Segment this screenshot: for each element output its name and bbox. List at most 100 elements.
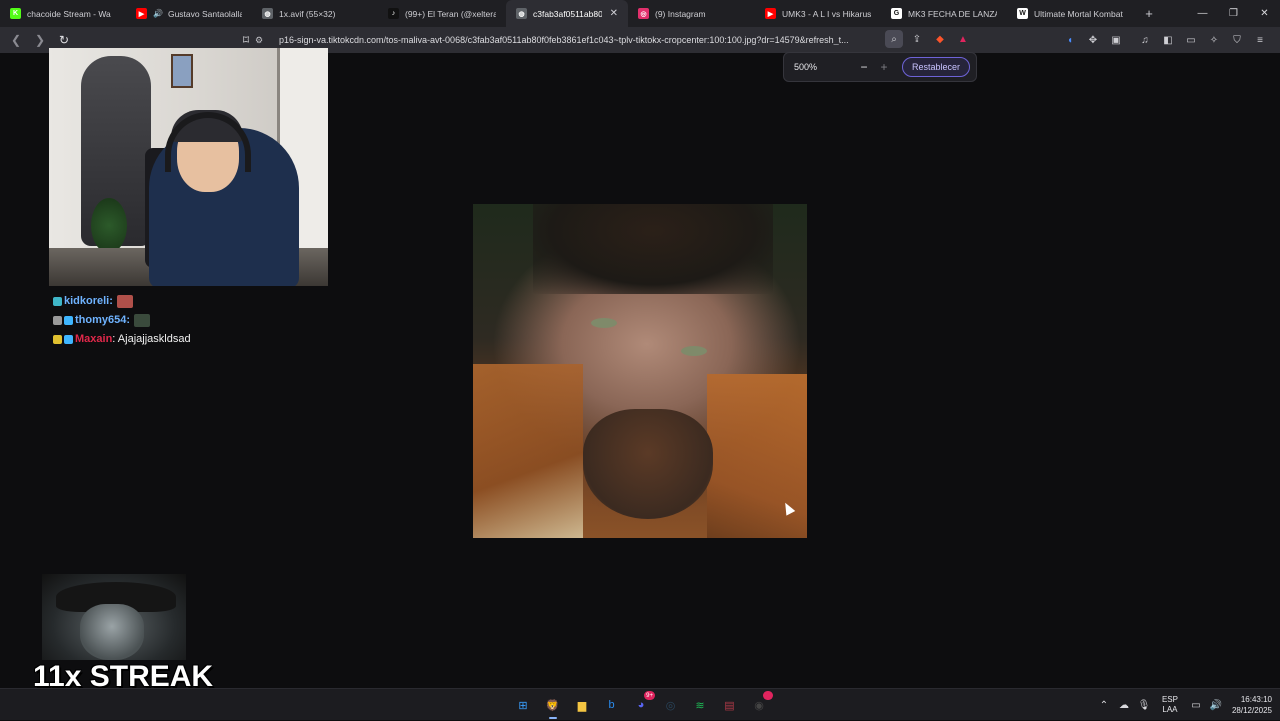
stream-chat: kidkoreli: thomy654: Maxain: Ajajajjasklds…: [53, 292, 313, 349]
language-code: ESP: [1161, 695, 1178, 704]
image-eye-left: [591, 318, 617, 328]
image-jacket-right: [707, 374, 807, 538]
streak-character-image: [42, 574, 186, 660]
chat-badge-icon: [53, 335, 62, 344]
zoom-in-button[interactable]: +: [874, 60, 894, 74]
file-explorer-icon[interactable]: ▆: [570, 693, 594, 717]
onedrive-icon[interactable]: ☁: [1114, 700, 1134, 711]
restore-icon[interactable]: ❐: [1218, 0, 1249, 27]
tab-audio-icon[interactable]: 🔊: [153, 9, 163, 18]
reload-icon[interactable]: ↻: [54, 30, 74, 50]
chat-badge-icon: [53, 297, 62, 306]
chat-text: : Ajajajjaskldsad: [112, 333, 191, 345]
extensions-icon[interactable]: ✥: [1084, 31, 1102, 49]
browser-tab[interactable]: Kchacoide Stream - Wa: [0, 0, 126, 27]
browser-tab[interactable]: ◎ (9) Instagram: [628, 0, 755, 27]
zoom-reset-button[interactable]: Restablecer: [902, 57, 971, 77]
screenshot-icon[interactable]: ▣: [1107, 31, 1125, 49]
volume-icon[interactable]: 🔊: [1206, 700, 1226, 711]
speechify-icon[interactable]: ◖: [1061, 31, 1079, 49]
microphone-icon[interactable]: 🎙: [1134, 700, 1154, 711]
notification-badge: 9+: [644, 691, 655, 700]
zoom-level: 500%: [794, 62, 818, 72]
media-icon[interactable]: ♫: [1136, 31, 1154, 49]
winrar-icon[interactable]: ▤: [718, 693, 742, 717]
youtube-icon: ▶: [136, 8, 147, 19]
brave-shields-icon[interactable]: ◆: [931, 30, 949, 48]
vpn-icon[interactable]: ⛉: [1228, 31, 1246, 49]
chat-emote-icon: [134, 314, 151, 327]
browser-tab[interactable]: ♪ (99+) El Teran (@xelteranx: [378, 0, 506, 27]
url-text[interactable]: p16-sign-va.tiktokcdn.com/tos-maliva-avt…: [279, 35, 879, 45]
show-hidden-icons-icon[interactable]: ⌃: [1094, 700, 1114, 711]
tab-title: chacoide Stream - Wa: [27, 8, 111, 19]
chat-username: kidkoreli:: [64, 295, 113, 307]
image-jacket-left: [473, 364, 583, 538]
sidebar-icon[interactable]: ◧: [1159, 31, 1177, 49]
browser-tab[interactable]: ◍ 1x.avif (55×32): [252, 0, 378, 27]
taskbar-clock[interactable]: 16:43:10 28/12/2025: [1232, 694, 1272, 716]
minimize-icon[interactable]: —: [1187, 0, 1218, 27]
clock-time: 16:43:10: [1240, 695, 1272, 704]
chat-badge-icon: [64, 335, 73, 344]
tab-title: 1x.avif (55×32): [279, 8, 336, 19]
tab-title: UMK3 - A L I vs Hikarus FT: [782, 8, 871, 19]
leo-ai-icon[interactable]: ✧: [1205, 31, 1223, 49]
clock-date: 28/12/2025: [1231, 706, 1272, 715]
brave-icon[interactable]: 🦁: [541, 693, 565, 719]
zoomed-image[interactable]: [473, 204, 807, 538]
google-icon: G: [891, 8, 902, 19]
network-icon[interactable]: ▭: [1186, 700, 1206, 711]
taskbar-apps: ⊞ 🦁 ▆ b ◕ 9+ ◎ ≋ ▤ ◉: [511, 691, 777, 719]
wikipedia-icon: W: [1017, 8, 1028, 19]
image-beard: [583, 409, 713, 519]
browser-tab[interactable]: ◍ c3fab3af0511ab80f0fe ✕: [506, 0, 628, 27]
tab-title: c3fab3af0511ab80f0fe: [533, 8, 602, 19]
discord-icon[interactable]: ◕ 9+: [629, 691, 655, 717]
tab-title: (99+) El Teran (@xelteranx: [405, 8, 496, 19]
close-window-icon[interactable]: ✕: [1249, 0, 1280, 27]
chat-message: kidkoreli:: [53, 292, 313, 311]
chat-badge-icon: [64, 316, 73, 325]
address-bar-actions: ⌕ ⇪ ◆ ▲: [885, 30, 977, 48]
chat-emote-icon: [116, 295, 133, 308]
zoom-out-button[interactable]: −: [854, 60, 874, 74]
browser-tab[interactable]: W Ultimate Mortal Kombat 3: [1007, 0, 1135, 27]
zoom-icon[interactable]: ⌕: [885, 30, 903, 48]
tab-title: (9) Instagram: [655, 8, 706, 19]
back-icon[interactable]: ❮: [6, 30, 26, 50]
zoom-popup: 500% − + Restablecer: [783, 52, 977, 82]
bing-icon[interactable]: b: [600, 693, 624, 717]
browser-tab[interactable]: G MK3 FECHA DE LANZAMI: [881, 0, 1007, 27]
share-icon[interactable]: ⇪: [908, 30, 926, 48]
window-controls: — ❐ ✕: [1187, 0, 1280, 27]
input-language[interactable]: ESP LAA: [1162, 695, 1178, 715]
forward-icon[interactable]: ❯: [30, 30, 50, 50]
notification-badge: [763, 691, 773, 700]
chat-message: Maxain: Ajajajjaskldsad: [53, 330, 313, 349]
globe-icon: ◍: [262, 8, 273, 19]
browser-tab[interactable]: ▶ 🔊 Gustavo Santaolalla -: [126, 0, 252, 27]
windows-start-icon[interactable]: ⊞: [511, 693, 535, 717]
image-hair: [533, 204, 773, 294]
site-settings-icon[interactable]: ⚙: [255, 35, 269, 46]
browser-tab[interactable]: ▶ UMK3 - A L I vs Hikarus FT: [755, 0, 881, 27]
chat-username: Maxain: [75, 333, 113, 345]
chat-username: thomy654:: [75, 314, 131, 326]
tab-title: MK3 FECHA DE LANZAMI: [908, 8, 997, 19]
bookmark-icon[interactable]: ⌑: [236, 30, 256, 50]
browser-tab-strip: Kchacoide Stream - Wa ▶ 🔊 Gustavo Santaolal…: [0, 0, 1280, 27]
steam-icon[interactable]: ◎: [659, 693, 683, 717]
kick-icon: K: [10, 8, 21, 19]
wallet-icon[interactable]: ▭: [1182, 31, 1200, 49]
brave-rewards-icon[interactable]: ▲: [954, 30, 972, 48]
menu-icon[interactable]: ≡: [1251, 31, 1269, 49]
new-tab-button[interactable]: +: [1135, 0, 1163, 27]
obs-icon[interactable]: ◉: [747, 691, 773, 717]
close-tab-icon[interactable]: ✕: [610, 8, 618, 19]
spotify-icon[interactable]: ≋: [688, 693, 712, 717]
tab-title: Ultimate Mortal Kombat 3: [1034, 8, 1125, 19]
youtube-icon: ▶: [765, 8, 776, 19]
address-bar[interactable]: ⚙ p16-sign-va.tiktokcdn.com/tos-maliva-a…: [255, 30, 905, 50]
windows-taskbar: ⊞ 🦁 ▆ b ◕ 9+ ◎ ≋ ▤ ◉ ⌃ ☁ 🎙 ESP LAA ▭ 🔊 16:43:10 2…: [0, 688, 1280, 720]
